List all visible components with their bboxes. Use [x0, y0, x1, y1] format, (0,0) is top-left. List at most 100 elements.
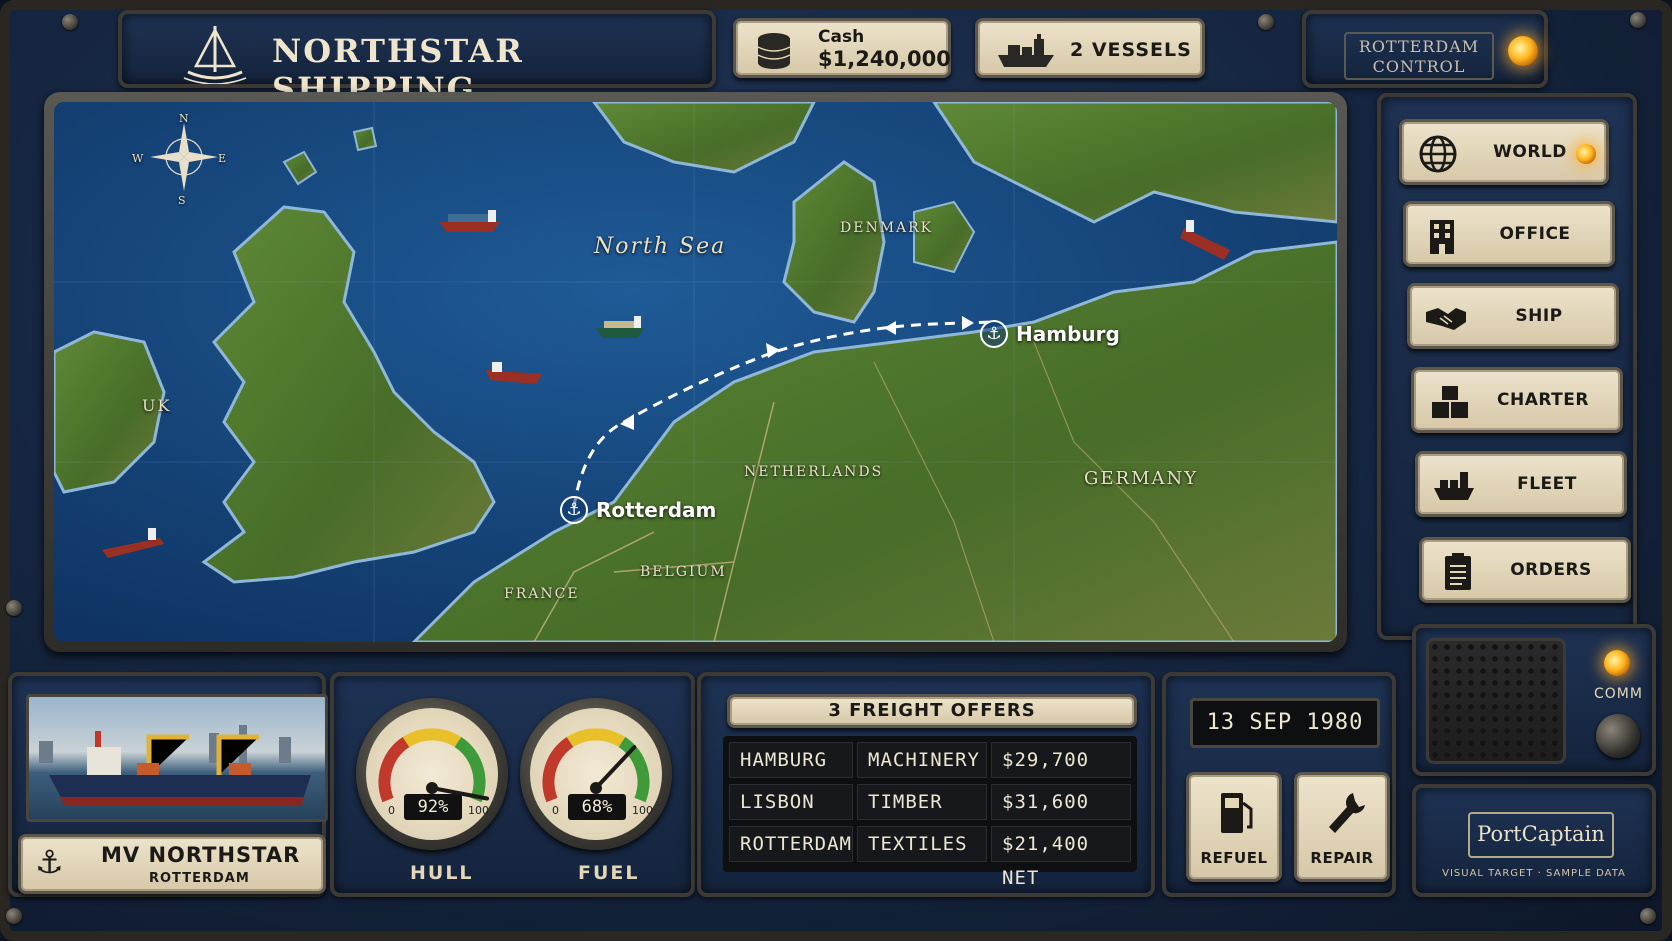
status-lamp [1508, 36, 1538, 66]
port-control-line2: CONTROL [1372, 57, 1466, 76]
fuel-gauge-max: 100 [632, 804, 653, 817]
offer-cargo[interactable]: TEXTILES [857, 826, 987, 862]
fuel-label: FUEL [578, 862, 640, 884]
cash-value: $1,240,000 [818, 47, 951, 71]
active-lamp [1576, 144, 1596, 164]
compass-west: W [132, 152, 144, 165]
nav-charter-label: CHARTER [1497, 390, 1589, 410]
brand-name: PortCaptain [1468, 812, 1614, 858]
port-destination-label[interactable]: Hamburg [1016, 322, 1120, 346]
vessel-panel: ⚓ MV NORTHSTAR ROTTERDAM [8, 672, 328, 897]
nav-ship-broker-label: SHIP BROKER [1498, 306, 1579, 386]
country-label: UK [142, 396, 172, 415]
nav-orders-button[interactable]: ORDERS [1419, 537, 1631, 603]
vessel-count-display: 2 VESSELS [975, 18, 1205, 78]
country-label: GERMANY [1084, 468, 1199, 489]
rivet [6, 600, 22, 616]
handshake-icon [1426, 308, 1466, 330]
nav-orders-label: ORDERS [1510, 560, 1592, 580]
ship-icon[interactable] [100, 528, 166, 560]
nav-world-label: WORLD [1493, 142, 1567, 162]
world-map[interactable]: N S E W North Sea UK DENMARK NETHERLANDS… [54, 102, 1337, 642]
offer-port[interactable]: HAMBURG [729, 742, 853, 778]
hull-gauge: 0 100 92% [356, 698, 508, 850]
freight-offers-title: 3 FREIGHT OFFERS [727, 694, 1137, 728]
map-frame: N S E W North Sea UK DENMARK NETHERLANDS… [44, 92, 1347, 652]
vessel-port: ROTTERDAM [149, 871, 250, 886]
fuel-gauge-min: 0 [552, 804, 559, 817]
hull-gauge-face: 0 100 92% [366, 708, 498, 840]
speaker-grille [1426, 638, 1566, 764]
compass-east: E [218, 152, 227, 165]
nav-charter-button[interactable]: CHARTER [1411, 367, 1623, 433]
port-control-line1: ROTTERDAM [1358, 37, 1480, 56]
vessel-photo[interactable] [26, 694, 328, 822]
refuel-button[interactable]: REFUEL [1186, 772, 1282, 882]
anchor-icon: ⚓ [35, 843, 64, 881]
hull-label: HULL [410, 862, 474, 884]
nav-fleet-button[interactable]: FLEET [1415, 451, 1627, 517]
comm-panel: COMM [1412, 624, 1656, 776]
nav-world-button[interactable]: WORLD [1399, 119, 1609, 185]
ship-icon[interactable] [594, 316, 648, 342]
offer-port[interactable]: ROTTERDAM [729, 826, 853, 862]
ship-icon[interactable] [484, 356, 546, 386]
vessel-name: MV NORTHSTAR [101, 843, 301, 867]
nav-fleet-label: FLEET [1517, 474, 1577, 494]
offer-pay[interactable]: $29,700 NET [991, 742, 1131, 805]
brand-panel: PortCaptain VISUAL TARGET · SAMPLE DATA [1412, 784, 1656, 897]
anchor-icon[interactable]: ⚓ [980, 320, 1008, 348]
offer-cargo[interactable]: MACHINERY [857, 742, 987, 778]
compass-north: N [179, 112, 189, 125]
offer-port[interactable]: LISBON [729, 784, 853, 820]
ship-icon[interactable] [438, 210, 504, 236]
coins-icon [757, 33, 791, 69]
fuel-pump-icon [1221, 793, 1253, 833]
offer-pay[interactable]: $21,400 NET [991, 826, 1131, 889]
rivet [1630, 12, 1646, 28]
repair-label: REPAIR [1310, 849, 1374, 867]
country-label: DENMARK [840, 220, 934, 236]
sea-label: North Sea [594, 234, 727, 259]
map-terrain [54, 102, 1337, 642]
clipboard-icon [1445, 553, 1471, 590]
fuel-gauge-face: 0 100 68% [530, 708, 662, 840]
country-label: FRANCE [504, 586, 580, 602]
company-logo-icon [183, 26, 247, 84]
cargo-ship-icon [998, 34, 1054, 67]
vessel-count: 2 VESSELS [1070, 39, 1192, 61]
port-control-label: ROTTERDAM CONTROL [1344, 32, 1494, 80]
repair-button[interactable]: REPAIR [1294, 772, 1390, 882]
nav-office-label: OFFICE [1499, 224, 1571, 244]
comm-knob[interactable] [1596, 714, 1640, 758]
fuel-readout: 68% [568, 794, 626, 820]
date-panel: 13 SEP 1980 REFUEL REPAIR [1162, 672, 1396, 897]
offer-pay[interactable]: $31,600 NET [991, 784, 1131, 847]
ship-icon[interactable] [1180, 220, 1234, 264]
vessel-illustration [39, 725, 311, 805]
hull-gauge-min: 0 [388, 804, 395, 817]
hull-readout: 92% [404, 794, 462, 820]
country-label: NETHERLANDS [744, 464, 884, 480]
game-date: 13 SEP 1980 [1190, 698, 1380, 748]
nav-office-button[interactable]: OFFICE [1403, 201, 1615, 267]
country-label: BELGIUM [640, 564, 727, 580]
comm-lamp [1604, 650, 1630, 676]
rivet [1640, 908, 1656, 924]
anchor-icon[interactable]: ⚓ [560, 496, 588, 524]
port-origin-label[interactable]: Rotterdam [596, 498, 716, 522]
offer-cargo[interactable]: TIMBER [857, 784, 987, 820]
cash-display: Cash $1,240,000 [733, 18, 951, 78]
title-bar: NORTHSTAR SHIPPING [118, 10, 716, 108]
refuel-label: REFUEL [1200, 849, 1268, 867]
gauge-panel: 0 100 92% HULL 0 100 68% FUEL [330, 672, 695, 897]
cash-label: Cash [818, 27, 865, 47]
freight-offers-table: HAMBURG MACHINERY $29,700 NET LISBON TIM… [723, 736, 1137, 889]
fuel-needle [594, 745, 637, 790]
compass-south: S [178, 194, 186, 207]
rivet [1258, 14, 1274, 30]
freight-offers-panel: 3 FREIGHT OFFERS HAMBURG MACHINERY $29,7… [697, 672, 1155, 897]
ship-icon [1434, 472, 1474, 500]
nav-ship-broker-button[interactable]: SHIP BROKER [1407, 283, 1619, 386]
hull-gauge-max: 100 [468, 804, 489, 817]
